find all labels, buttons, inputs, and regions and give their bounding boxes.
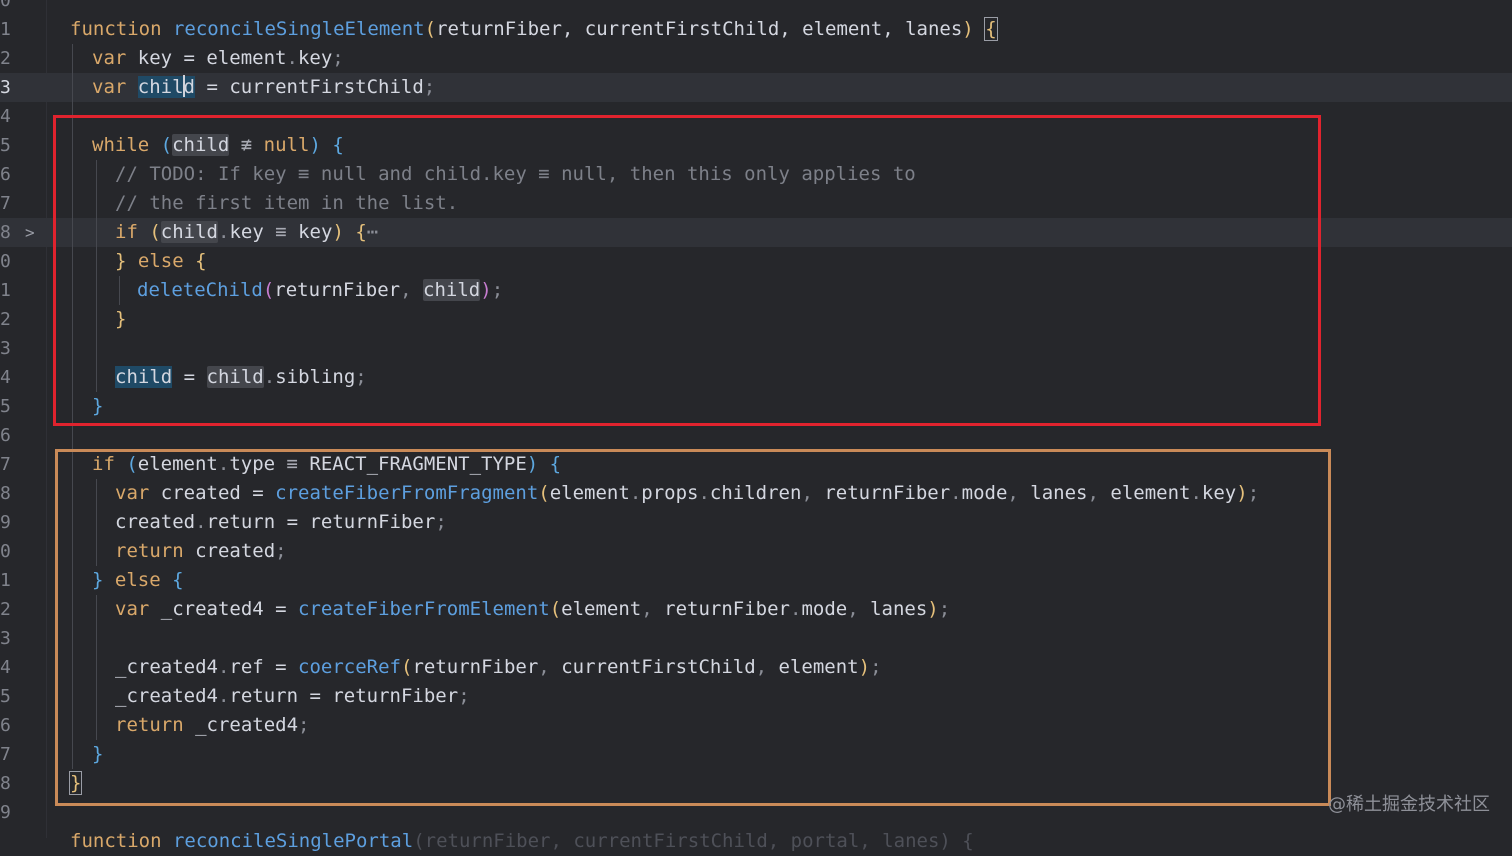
line-number: 4: [0, 367, 11, 388]
red-annotation-box: [53, 115, 1321, 426]
fold-chevron-icon[interactable]: >: [25, 218, 35, 247]
line-number: 6: [0, 425, 11, 446]
code-text: var child = currentFirstChild;: [92, 75, 436, 98]
line-number: 6: [0, 164, 11, 185]
line-number: 6: [0, 715, 11, 736]
line-number: 1: [0, 280, 11, 301]
line-number: 2: [0, 48, 11, 69]
line-number: 3: [0, 338, 11, 359]
orange-annotation-box: [55, 449, 1331, 806]
line-number: 4: [0, 657, 11, 678]
line-number: 9: [0, 802, 11, 823]
line-number: 3: [0, 77, 11, 98]
line-number: 0: [0, 0, 11, 11]
code-line: 0: [0, 0, 1512, 15]
code-text: function reconcileSinglePortal(returnFib…: [70, 830, 974, 852]
line-number: 5: [0, 396, 11, 417]
code-text: function reconcileSingleElement(returnFi…: [70, 17, 998, 41]
line-number: 7: [0, 454, 11, 475]
line-number: 5: [0, 686, 11, 707]
code-line-current: 3 var child = currentFirstChild;: [0, 73, 1512, 102]
line-number: 5: [0, 135, 11, 156]
line-number: 2: [0, 309, 11, 330]
line-number: 4: [0, 106, 11, 127]
code-line: 1 function reconcileSingleElement(return…: [0, 15, 1512, 44]
line-number: 1: [0, 570, 11, 591]
line-number: 7: [0, 744, 11, 765]
text-cursor: [182, 75, 185, 97]
line-number: 7: [0, 193, 11, 214]
line-number: 3: [0, 628, 11, 649]
line-number: 1: [0, 19, 11, 40]
line-number: 8: [0, 773, 11, 794]
line-number: 9: [0, 512, 11, 533]
code-text: var key = element.key;: [92, 47, 344, 69]
line-number: 8: [0, 222, 11, 243]
line-number: 0: [0, 541, 11, 562]
code-line: function reconcileSinglePortal(returnFib…: [0, 827, 1512, 856]
line-number: 0: [0, 251, 11, 272]
line-number: 8: [0, 483, 11, 504]
code-editor[interactable]: 0 1 function reconcileSingleElement(retu…: [0, 0, 1512, 852]
code-line: 2 var key = element.key;: [0, 44, 1512, 73]
line-number: 2: [0, 599, 11, 620]
watermark: @稀土掘金技术社区: [1328, 794, 1490, 815]
